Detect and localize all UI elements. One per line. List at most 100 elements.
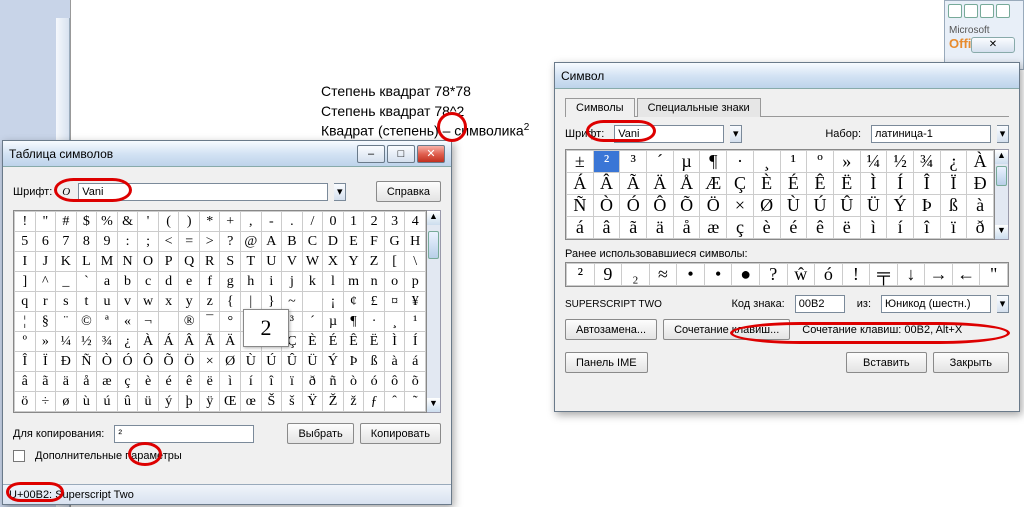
char-cell[interactable]: Ó [117,352,138,372]
char-cell[interactable]: Ü [860,195,887,217]
char-cell[interactable]: ¬ [138,312,159,332]
char-cell[interactable]: » [35,332,56,352]
char-cell[interactable]: » [833,151,860,173]
char-cell[interactable]: T [241,252,262,272]
char-cell[interactable]: 3 [384,212,405,232]
scroll-down-icon[interactable]: ▼ [995,225,1008,239]
recent-char-cell[interactable]: ≈ [649,264,677,286]
char-cell[interactable]: Œ [220,392,241,412]
char-cell[interactable]: · [364,312,385,332]
char-cell[interactable]: È [302,332,323,352]
recent-char-cell[interactable]: • [677,264,705,286]
char-cell[interactable]: ß [940,195,967,217]
char-cell[interactable]: × [727,195,754,217]
home-icon[interactable] [996,4,1010,18]
char-cell[interactable]: C [302,232,323,252]
char-cell[interactable]: Ø [220,352,241,372]
char-cell[interactable]: ¼ [860,151,887,173]
char-cell[interactable]: % [97,212,118,232]
char-cell[interactable]: á [405,352,426,372]
char-cell[interactable]: ä [647,217,674,239]
font-select[interactable] [614,125,724,143]
char-cell[interactable]: Ê [343,332,364,352]
recent-char-cell[interactable]: ² [567,264,595,286]
char-cell[interactable]: ð [302,372,323,392]
char-cell[interactable]: â [15,372,36,392]
char-cell[interactable]: ^ [35,272,56,292]
char-cell[interactable]: B [282,232,303,252]
scroll-thumb[interactable] [996,166,1007,186]
char-cell[interactable]: ˆ [384,392,405,412]
char-cell[interactable]: º [807,151,834,173]
char-cell[interactable]: å [673,217,700,239]
char-cell[interactable]: g [220,272,241,292]
char-cell[interactable]: l [323,272,344,292]
char-cell[interactable]: # [56,212,77,232]
char-cell[interactable]: ö [15,392,36,412]
char-cell[interactable]: v [117,292,138,312]
chevron-down-icon[interactable]: ▾ [730,125,742,143]
recent-char-cell[interactable]: 9 [594,264,622,286]
char-cell[interactable]: ï [940,217,967,239]
char-cell[interactable]: Á [158,332,179,352]
char-cell[interactable]: ¨ [56,312,77,332]
char-cell[interactable]: ð [967,217,994,239]
insert-button[interactable]: Вставить [846,352,927,373]
char-cell[interactable]: ! [15,212,36,232]
recent-char-cell[interactable]: ! [842,264,870,286]
char-cell[interactable] [302,292,323,312]
char-cell[interactable]: é [158,372,179,392]
recent-char-cell[interactable]: → [925,264,953,286]
char-cell[interactable]: I [15,252,36,272]
recent-char-cell[interactable]: ← [952,264,980,286]
char-cell[interactable]: ì [860,217,887,239]
char-cell[interactable]: k [302,272,323,292]
char-cell[interactable]: ò [343,372,364,392]
char-cell[interactable]: ¦ [15,312,36,332]
font-select[interactable] [78,183,328,201]
char-cell[interactable]: À [138,332,159,352]
char-cell[interactable]: D [323,232,344,252]
char-cell[interactable]: ú [97,392,118,412]
char-cell[interactable]: î [913,217,940,239]
from-select[interactable] [881,295,991,313]
char-cell[interactable]: * [199,212,220,232]
char-cell[interactable]: ž [343,392,364,412]
char-cell[interactable]: @ [241,232,262,252]
char-cell[interactable]: ˜ [405,392,426,412]
char-cell[interactable]: æ [97,372,118,392]
char-cell[interactable]: i [261,272,282,292]
char-cell[interactable]: E [343,232,364,252]
panel-icon[interactable] [964,4,978,18]
char-cell[interactable]: Ú [261,352,282,372]
scroll-up-icon[interactable]: ▲ [995,150,1008,164]
scroll-thumb[interactable] [428,231,439,259]
char-cell[interactable]: P [158,252,179,272]
char-cell[interactable]: Ö [700,195,727,217]
char-cell[interactable]: º [15,332,36,352]
char-cell[interactable]: á [567,217,594,239]
char-cell[interactable]: ¡ [323,292,344,312]
char-cell[interactable]: â [593,217,620,239]
char-cell[interactable]: m [343,272,364,292]
char-cell[interactable]: Þ [343,352,364,372]
char-cell[interactable]: ¾ [97,332,118,352]
char-cell[interactable]: z [199,292,220,312]
char-cell[interactable]: À [967,151,994,173]
char-cell[interactable]: ó [364,372,385,392]
char-cell[interactable]: H [405,232,426,252]
char-cell[interactable]: Ý [887,195,914,217]
char-cell[interactable]: É [323,332,344,352]
char-cell[interactable]: A [261,232,282,252]
char-cell[interactable]: Û [833,195,860,217]
close-button[interactable]: ✕ [417,145,445,163]
select-button[interactable]: Выбрать [287,423,353,444]
char-cell[interactable]: Ê [807,173,834,195]
char-cell[interactable]: þ [179,392,200,412]
char-cell[interactable]: 5 [15,232,36,252]
char-cell[interactable]: " [35,212,56,232]
char-cell[interactable]: ; [138,232,159,252]
char-cell[interactable]: ± [567,151,594,173]
char-cell[interactable]: Á [567,173,594,195]
char-cell[interactable]: ¢ [343,292,364,312]
